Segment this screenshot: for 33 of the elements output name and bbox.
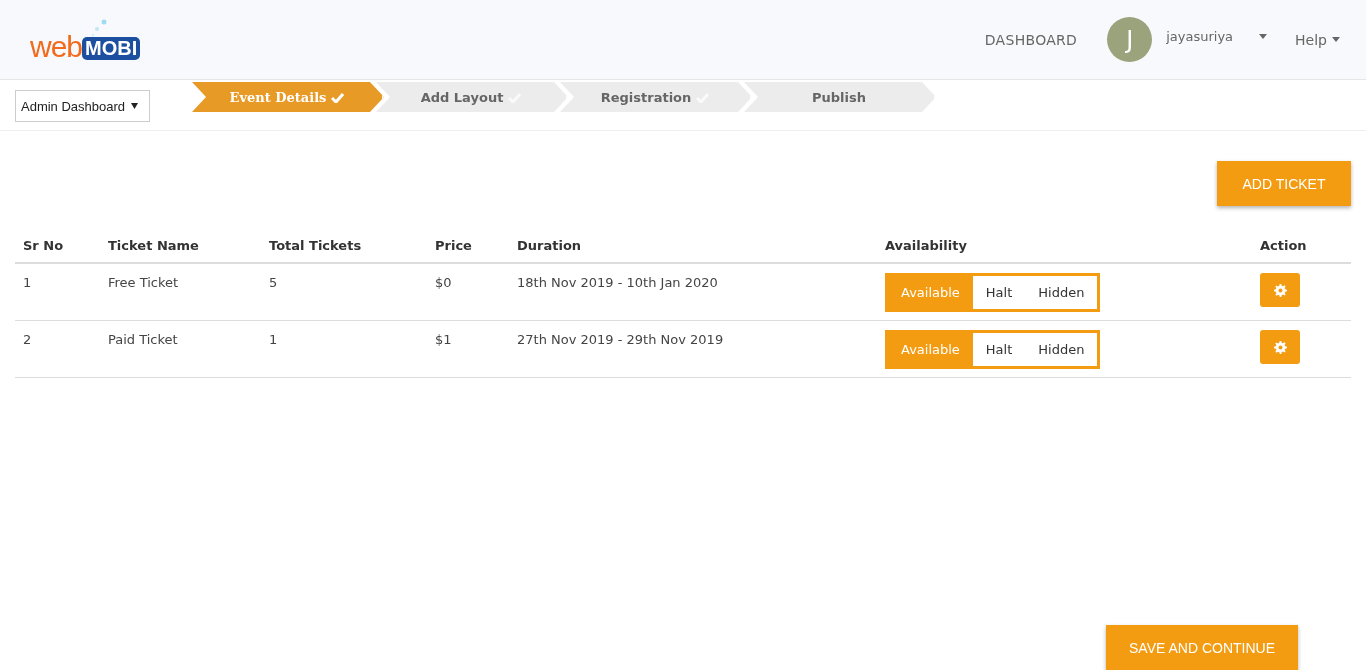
table-cell-text: 27th Nov 2019 - 29th Nov 2019 xyxy=(517,331,725,347)
column-header: Ticket Name xyxy=(108,237,200,253)
step-tab[interactable]: Add Layout xyxy=(376,82,568,112)
user-avatar[interactable]: J xyxy=(1107,17,1153,62)
column-header: Total Tickets xyxy=(269,237,363,253)
table-cell-text: $0 xyxy=(435,274,453,290)
table-cell-text: 2 xyxy=(23,331,33,347)
dashboard-select[interactable]: Admin Dashboard xyxy=(15,90,150,122)
column-header: Duration xyxy=(517,237,583,253)
column-header: Price xyxy=(435,237,473,253)
caret-icon xyxy=(1259,34,1268,39)
column-header: Availability xyxy=(885,237,968,253)
table-cell-text: Paid Ticket xyxy=(108,331,179,347)
settings-button[interactable] xyxy=(1260,330,1300,364)
step-tab[interactable]: Registration xyxy=(560,82,752,112)
caret-icon xyxy=(1332,37,1340,42)
table-cell-text: $1 xyxy=(435,331,453,347)
table-cell-text: 5 xyxy=(269,274,279,290)
column-header: Sr No xyxy=(23,237,65,253)
table-cell-text: 1 xyxy=(23,274,33,290)
settings-button[interactable] xyxy=(1260,273,1300,307)
table-cell-text: 18th Nov 2019 - 10th Jan 2020 xyxy=(517,274,719,290)
user-menu[interactable]: jayasuriya xyxy=(1166,29,1268,44)
settings-icon xyxy=(1273,340,1287,354)
column-header: Action xyxy=(1260,237,1308,253)
table-cell-text: Free Ticket xyxy=(108,274,180,290)
help-menu[interactable]: Help xyxy=(1295,31,1340,48)
step-tab[interactable]: Publish xyxy=(744,82,936,112)
table-cell-text: 1 xyxy=(269,331,279,347)
logo: webMOBI xyxy=(30,17,141,62)
dashboard-link[interactable]: DASHBOARD xyxy=(984,31,1078,48)
caret-icon xyxy=(131,103,139,109)
settings-icon xyxy=(1273,283,1287,297)
